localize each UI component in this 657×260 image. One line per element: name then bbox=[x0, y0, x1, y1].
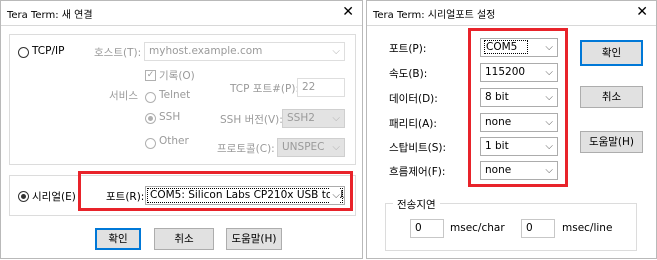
protocol-value: UNSPEC bbox=[282, 141, 325, 153]
ok-button[interactable]: 확인 bbox=[95, 228, 141, 250]
highlight-box bbox=[78, 171, 353, 211]
help-button[interactable]: 도움말(H) bbox=[226, 228, 282, 250]
title-bar: Tera Term: 새 연결 ✕ bbox=[1, 1, 362, 25]
tcp-port-input[interactable]: 22 bbox=[297, 78, 345, 97]
field-label-speed: 속도(B): bbox=[389, 68, 428, 80]
ok-button[interactable]: 확인 bbox=[580, 40, 643, 66]
other-label: Other bbox=[159, 135, 189, 147]
dialog-title: Tera Term: 시리얼포트 설정 bbox=[373, 10, 496, 21]
telnet-radio[interactable] bbox=[145, 92, 156, 103]
chevron-down-icon: ⌵ bbox=[332, 142, 340, 153]
field-label-data: 데이터(D): bbox=[389, 93, 438, 105]
title-bar: Tera Term: 시리얼포트 설정 ✕ bbox=[367, 1, 656, 25]
history-label: 기록(O) bbox=[159, 70, 195, 82]
help-button[interactable]: 도움말(H) bbox=[580, 131, 643, 153]
tcpip-radio[interactable] bbox=[18, 47, 29, 58]
service-label: 서비스 bbox=[109, 90, 138, 102]
char-delay-input[interactable]: 0 bbox=[410, 219, 444, 238]
highlight-box bbox=[468, 28, 568, 187]
field-label-port: 포트(P): bbox=[389, 43, 427, 55]
telnet-label: Telnet bbox=[159, 89, 191, 101]
tcp-port-label: TCP 포트#(P): bbox=[230, 83, 299, 95]
chevron-down-icon: ⌵ bbox=[332, 46, 340, 57]
protocol-label: 프로토콜(C): bbox=[217, 143, 275, 155]
title-separator bbox=[1, 25, 362, 26]
field-label-flow-control: 흐름제어(F): bbox=[389, 166, 446, 178]
ssh-version-value: SSH2 bbox=[287, 112, 315, 124]
dialog-title: Tera Term: 새 연결 bbox=[7, 10, 93, 21]
ssh-version-combo[interactable]: SSH2 ⌵ bbox=[282, 109, 345, 128]
ssh-version-label: SSH 버전(V): bbox=[220, 114, 283, 126]
ssh-label: SSH bbox=[159, 111, 181, 123]
field-label-stopbits: 스탑비트(S): bbox=[389, 142, 447, 154]
line-delay-unit: msec/line bbox=[562, 222, 613, 234]
chevron-down-icon: ⌵ bbox=[332, 113, 340, 124]
transmit-delay-label: 전송지연 bbox=[393, 197, 440, 212]
ssh-radio[interactable] bbox=[145, 113, 156, 124]
protocol-combo[interactable]: UNSPEC ⌵ bbox=[277, 138, 345, 157]
field-label-parity: 패리티(A): bbox=[389, 118, 437, 130]
title-separator bbox=[367, 25, 656, 26]
new-connection-dialog: Tera Term: 새 연결 ✕ TCP/IP 호스트(T): myhost.… bbox=[0, 0, 363, 259]
host-combo[interactable]: myhost.example.com ⌵ bbox=[144, 42, 345, 61]
host-value: myhost.example.com bbox=[149, 45, 263, 57]
serial-port-setup-dialog: Tera Term: 시리얼포트 설정 ✕ 포트(P): 속도(B): 데이터(… bbox=[366, 0, 657, 259]
serial-label: 시리얼(E) bbox=[32, 191, 76, 203]
serial-radio[interactable] bbox=[18, 191, 29, 202]
host-label: 호스트(T): bbox=[94, 47, 142, 59]
cancel-button[interactable]: 취소 bbox=[154, 228, 214, 250]
char-delay-unit: msec/char bbox=[450, 222, 505, 234]
close-icon[interactable]: ✕ bbox=[342, 4, 354, 20]
history-checkbox[interactable]: ✓ bbox=[145, 70, 156, 81]
other-radio[interactable] bbox=[145, 138, 156, 149]
close-icon[interactable]: ✕ bbox=[636, 4, 648, 20]
line-delay-input[interactable]: 0 bbox=[521, 219, 555, 238]
tcpip-label: TCP/IP bbox=[32, 45, 65, 57]
cancel-button[interactable]: 취소 bbox=[580, 86, 643, 108]
